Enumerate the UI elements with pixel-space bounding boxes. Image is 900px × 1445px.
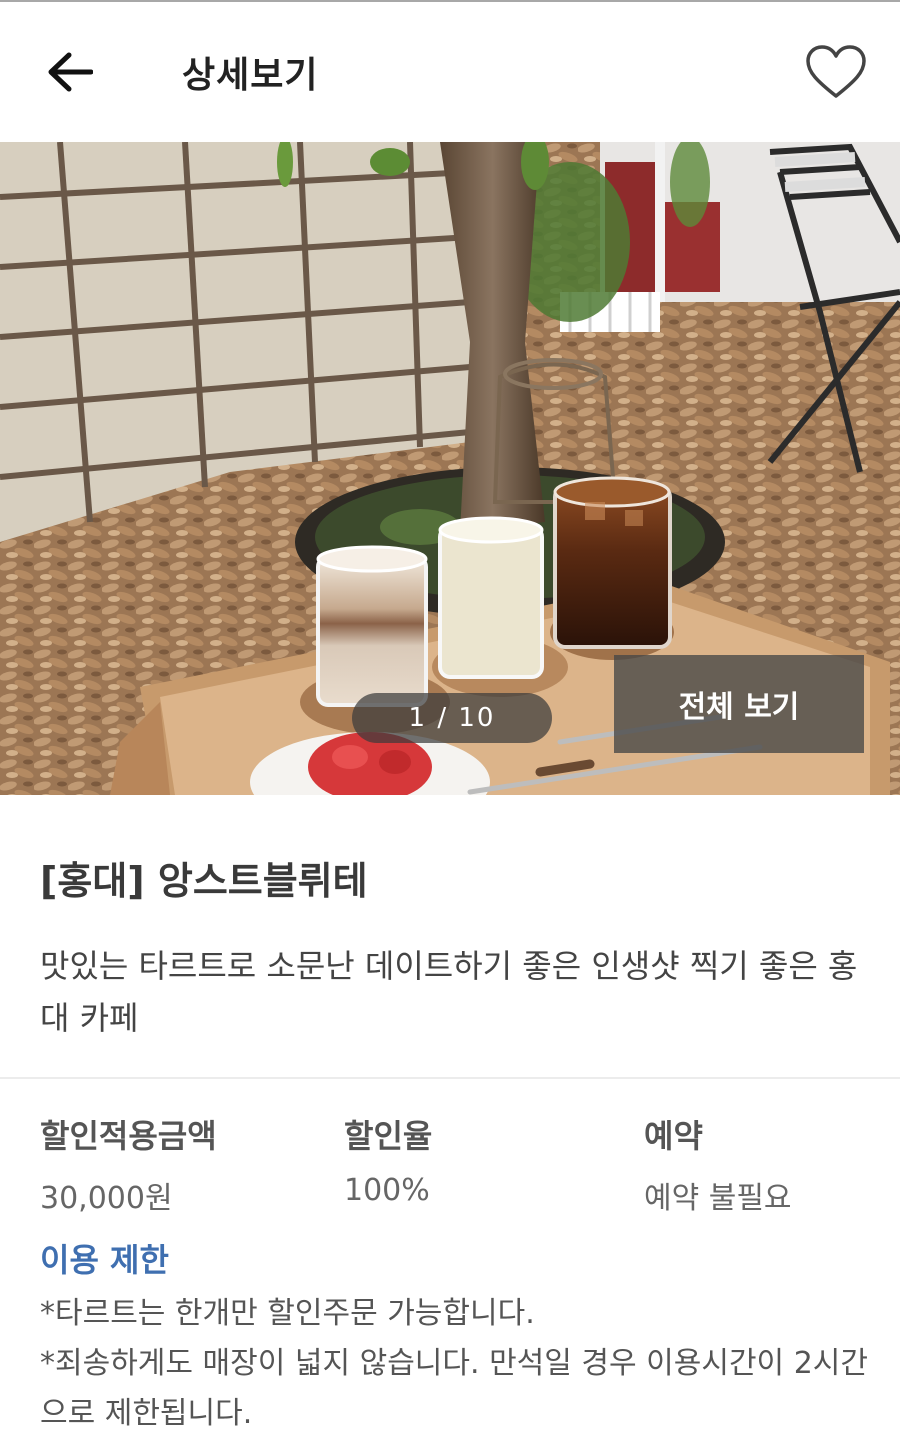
restriction-item: *죄송하게도 매장이 넓지 않습니다. 만석일 경우 이용시간이 2시간으로 제… [40, 1346, 868, 1431]
detail-value: 예약 불필요 [644, 1181, 792, 1216]
detail-value: 100% [344, 1173, 430, 1208]
favorite-button[interactable] [800, 38, 872, 106]
photo-gallery[interactable]: 1 / 10 전체 보기 [0, 142, 900, 795]
back-button[interactable] [36, 40, 104, 104]
detail-reservation: 예약 예약 불필요 [644, 1111, 792, 1217]
benefit-details: 할인적용금액 30,000원 할인율 100% 예약 예약 불필요 이용 제한 … [0, 1079, 900, 1445]
store-name: [홍대] 앙스트블뤼테 [40, 859, 368, 903]
detail-value: 30,000원 [40, 1181, 173, 1216]
restrictions-title: 이용 제한 [40, 1241, 169, 1279]
view-all-button[interactable]: 전체 보기 [614, 655, 864, 753]
arrow-left-icon [48, 52, 93, 92]
detail-discount-rate: 할인율 100% [344, 1111, 432, 1208]
detail-label: 예약 [644, 1117, 703, 1155]
gallery-pager: 1 / 10 [352, 693, 552, 743]
page-title: 상세보기 [182, 55, 319, 96]
detail-discount-amount: 할인적용금액 30,000원 [40, 1111, 217, 1217]
restriction-item: *타르트는 한개만 할인주문 가능합니다. [40, 1296, 535, 1331]
heart-outline-icon [806, 45, 866, 98]
detail-label: 할인적용금액 [40, 1117, 217, 1155]
app-header: 상세보기 [0, 2, 900, 142]
store-info: [홍대] 앙스트블뤼테 맛있는 타르트로 소문난 데이트하기 좋은 인생샷 찍기… [0, 795, 900, 1077]
store-description: 맛있는 타르트로 소문난 데이트하기 좋은 인생샷 찍기 좋은 홍대 카페 [40, 947, 858, 1037]
restrictions-list: *타르트는 한개만 할인주문 가능합니다. *죄송하게도 매장이 넓지 않습니다… [40, 1289, 880, 1439]
detail-label: 할인율 [344, 1117, 433, 1155]
